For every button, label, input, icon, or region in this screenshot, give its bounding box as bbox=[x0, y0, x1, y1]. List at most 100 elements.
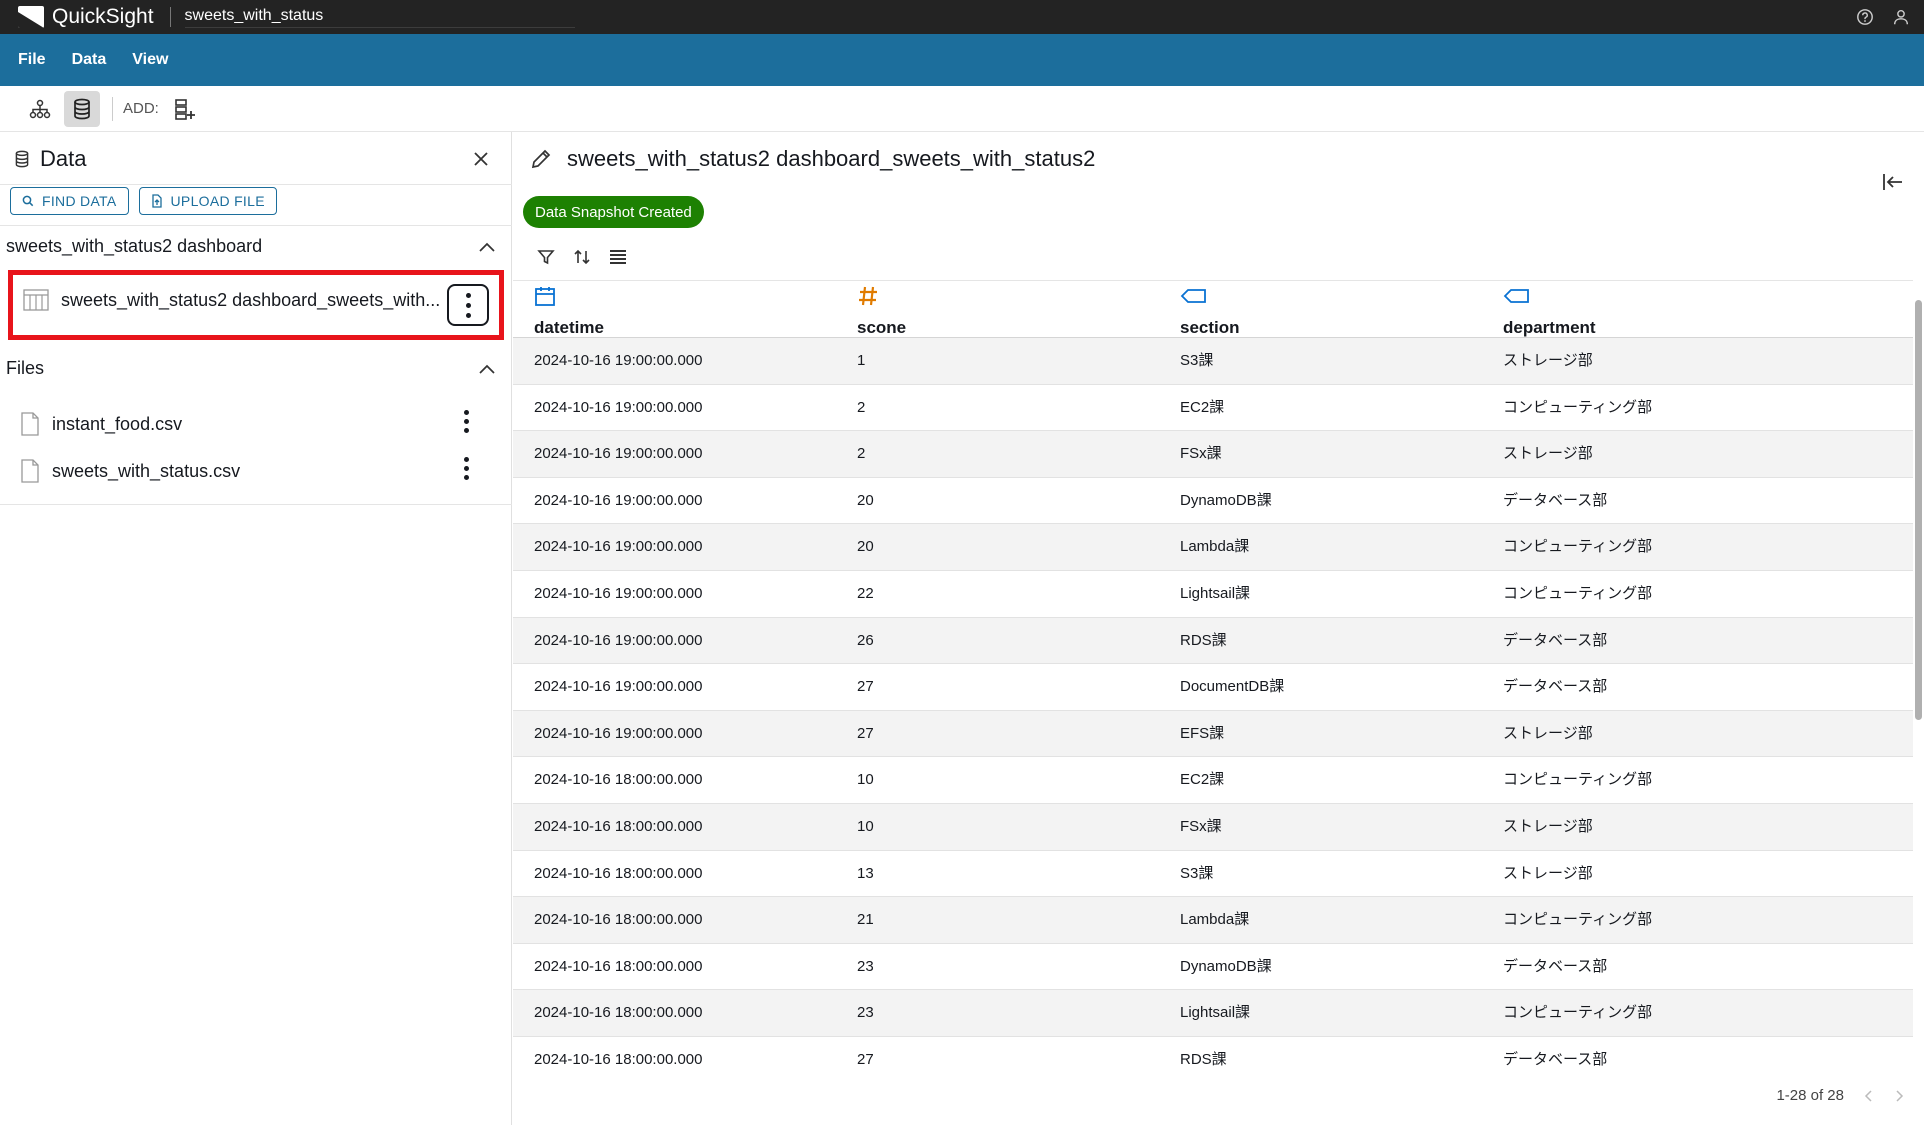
menu-data[interactable]: Data bbox=[72, 51, 107, 69]
table-row[interactable]: 2024-10-16 19:00:00.000 20 Lambda課 コンピューティン… bbox=[513, 524, 1913, 571]
table-cell: 2024-10-16 19:00:00.000 bbox=[534, 631, 703, 649]
sort-icon[interactable] bbox=[573, 248, 591, 266]
menu-view[interactable]: View bbox=[132, 51, 168, 69]
calendar-icon bbox=[535, 287, 555, 306]
table-cell: ストレージ部 bbox=[1503, 864, 1593, 882]
table-cell: EC2課 bbox=[1180, 771, 1225, 789]
table-cell: 2024-10-16 19:00:00.000 bbox=[534, 724, 703, 742]
table-row[interactable]: 2024-10-16 19:00:00.000 22 Lightsail課 コンピュー… bbox=[513, 571, 1913, 618]
user-icon[interactable] bbox=[1892, 8, 1910, 26]
table-cell: 2024-10-16 18:00:00.000 bbox=[534, 911, 703, 929]
pencil-icon[interactable] bbox=[529, 147, 553, 171]
upload-file-button[interactable]: UPLOAD FILE bbox=[138, 187, 277, 215]
quicksight-logo[interactable]: QuickSight bbox=[18, 5, 154, 29]
table-row[interactable]: 2024-10-16 18:00:00.000 27 RDS課 データベース部 bbox=[513, 1037, 1913, 1068]
table-cell: 2024-10-16 18:00:00.000 bbox=[534, 1050, 703, 1068]
table-cell: 2024-10-16 18:00:00.000 bbox=[534, 1004, 703, 1022]
chevron-left-icon[interactable] bbox=[1864, 1089, 1874, 1102]
table-cell: 27 bbox=[857, 678, 874, 696]
file-name: instant_food.csv bbox=[52, 413, 183, 434]
file-item[interactable]: sweets_with_status.csv bbox=[20, 457, 490, 483]
table-row[interactable]: 2024-10-16 18:00:00.000 10 FSx課 ストレージ部 bbox=[513, 803, 1913, 851]
table-cell: データベース部 bbox=[1503, 491, 1608, 509]
table-cell: 2024-10-16 18:00:00.000 bbox=[534, 771, 703, 789]
table-row[interactable]: 2024-10-16 18:00:00.000 23 DynamoDB課 データベース… bbox=[513, 944, 1913, 991]
table-cell: ストレージ部 bbox=[1503, 724, 1593, 742]
grid-body: 2024-10-16 19:00:00.000 1 S3課 ストレージ部 2024-10… bbox=[513, 338, 1913, 1068]
data-panel-button[interactable] bbox=[64, 90, 100, 127]
help-icon[interactable] bbox=[1856, 8, 1874, 26]
dataset-preview: sweets_with_status2 dashboard_sweets_wit… bbox=[513, 132, 1924, 1125]
upload-file-icon bbox=[151, 194, 162, 208]
table-cell: コンピューティング部 bbox=[1503, 911, 1653, 929]
table-row[interactable]: 2024-10-16 19:00:00.000 27 EFS課 ストレージ部 bbox=[513, 710, 1913, 758]
collapse-panel-icon[interactable] bbox=[1882, 172, 1904, 192]
dataset-item[interactable]: sweets_with_status2 dashboard_sweets_wit… bbox=[8, 270, 504, 340]
table-cell: コンピューティング部 bbox=[1503, 584, 1653, 602]
close-icon[interactable] bbox=[472, 150, 490, 168]
table-cell: ストレージ部 bbox=[1503, 445, 1593, 463]
column-header-datetime[interactable]: datetime bbox=[534, 285, 604, 338]
table-row[interactable]: 2024-10-16 18:00:00.000 13 S3課 ストレージ部 bbox=[513, 851, 1913, 898]
table-cell: 27 bbox=[857, 724, 874, 742]
chevron-right-icon[interactable] bbox=[1894, 1089, 1904, 1102]
data-model-button[interactable] bbox=[22, 91, 58, 127]
table-cell: ストレージ部 bbox=[1503, 817, 1593, 835]
search-icon bbox=[22, 195, 34, 207]
find-data-button[interactable]: FIND DATA bbox=[10, 187, 129, 215]
find-data-label: FIND DATA bbox=[42, 193, 117, 209]
column-header-department[interactable]: department bbox=[1503, 285, 1596, 338]
file-item[interactable]: instant_food.csv bbox=[20, 410, 490, 436]
table-cell: 2024-10-16 19:00:00.000 bbox=[534, 445, 703, 463]
vertical-scrollbar[interactable] bbox=[1913, 280, 1924, 1068]
table-cell: RDS課 bbox=[1180, 631, 1227, 649]
table-row[interactable]: 2024-10-16 18:00:00.000 23 Lightsail課 コンピュー… bbox=[513, 990, 1913, 1037]
table-cell: データベース部 bbox=[1503, 678, 1608, 696]
tag-icon bbox=[1503, 289, 1529, 303]
rows-icon[interactable] bbox=[609, 248, 627, 266]
file-menu-button[interactable] bbox=[464, 410, 469, 433]
table-row[interactable]: 2024-10-16 19:00:00.000 20 DynamoDB課 データベース… bbox=[513, 478, 1913, 525]
table-cell: 2024-10-16 18:00:00.000 bbox=[534, 864, 703, 882]
table-cell: コンピューティング部 bbox=[1503, 1004, 1653, 1022]
add-dataset-button[interactable] bbox=[167, 91, 203, 127]
table-cell: 1 bbox=[857, 352, 866, 369]
panel-divider bbox=[0, 184, 512, 185]
column-header-section[interactable]: section bbox=[1180, 285, 1240, 338]
brand-name: QuickSight bbox=[52, 5, 154, 28]
table-cell: ストレージ部 bbox=[1503, 352, 1593, 369]
table-row[interactable]: 2024-10-16 19:00:00.000 2 EC2課 コンピューティング部 bbox=[513, 385, 1913, 432]
hash-icon bbox=[859, 286, 877, 306]
app-header: QuickSight sweets_with_status bbox=[0, 0, 1924, 34]
menu-file[interactable]: File bbox=[18, 51, 46, 69]
table-row[interactable]: 2024-10-16 18:00:00.000 10 EC2課 コンピューティング部 bbox=[513, 757, 1913, 804]
data-panel-title: Data bbox=[40, 146, 87, 171]
dataset-group-header[interactable]: sweets_with_status2 dashboard bbox=[6, 236, 506, 257]
dataset-menu-button[interactable] bbox=[447, 284, 489, 326]
table-cell: DocumentDB課 bbox=[1180, 678, 1285, 696]
scrollbar-thumb[interactable] bbox=[1915, 300, 1922, 720]
table-cell: 2024-10-16 19:00:00.000 bbox=[534, 398, 703, 416]
table-cell: DynamoDB課 bbox=[1180, 957, 1272, 975]
table-cell: RDS課 bbox=[1180, 1050, 1227, 1068]
column-header-scone[interactable]: scone bbox=[857, 285, 906, 338]
file-menu-button[interactable] bbox=[464, 457, 469, 480]
table-cell: Lambda課 bbox=[1180, 538, 1250, 556]
table-cell: 26 bbox=[857, 631, 874, 649]
table-row[interactable]: 2024-10-16 18:00:00.000 21 Lambda課 コンピューティン… bbox=[513, 897, 1913, 944]
files-group-header[interactable]: Files bbox=[6, 358, 506, 379]
chevron-up-icon bbox=[479, 364, 495, 374]
table-row[interactable]: 2024-10-16 19:00:00.000 1 S3課 ストレージ部 bbox=[513, 338, 1913, 385]
column-label: scone bbox=[857, 318, 907, 337]
table-row[interactable]: 2024-10-16 19:00:00.000 27 DocumentDB課 データベ… bbox=[513, 664, 1913, 711]
add-table-icon bbox=[175, 98, 195, 120]
analysis-name-field[interactable]: sweets_with_status bbox=[184, 7, 575, 28]
table-row[interactable]: 2024-10-16 19:00:00.000 26 RDS課 データベース部 bbox=[513, 617, 1913, 665]
data-panel: Data FIND DATA UPLOAD FILE sweets_with_s… bbox=[0, 132, 512, 1125]
table-cell: 10 bbox=[857, 771, 874, 789]
table-cell: EFS課 bbox=[1180, 724, 1225, 742]
table-row[interactable]: 2024-10-16 19:00:00.000 2 FSx課 ストレージ部 bbox=[513, 431, 1913, 478]
filter-icon[interactable] bbox=[537, 248, 555, 266]
table-cell: 23 bbox=[857, 957, 874, 975]
table-cell: データベース部 bbox=[1503, 957, 1608, 975]
